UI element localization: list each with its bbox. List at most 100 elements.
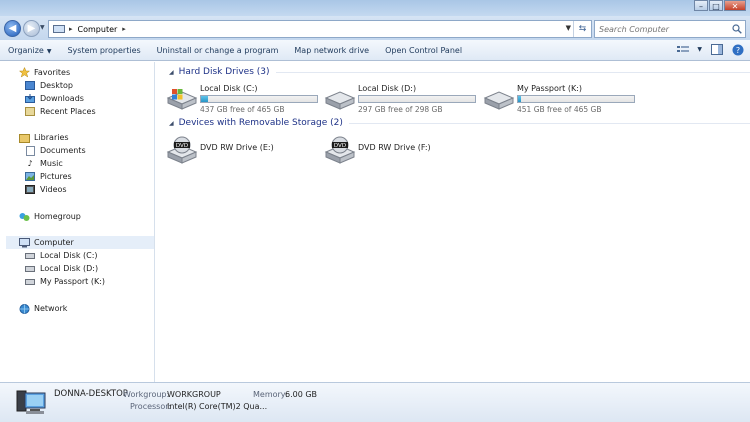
pictures-icon <box>24 171 36 182</box>
hard-drive-icon <box>324 91 356 110</box>
nav-item-videos[interactable]: Videos <box>24 184 67 195</box>
change-view-icon[interactable] <box>676 43 689 56</box>
nav-favorites-label: Favorites <box>34 68 71 77</box>
nav-item-my-passport-k[interactable]: My Passport (K:) <box>24 276 105 287</box>
nav-computer[interactable]: Computer <box>6 236 154 249</box>
nav-libraries-label: Libraries <box>34 133 69 142</box>
collapse-triangle-icon: ◢ <box>169 68 174 76</box>
nav-item-documents[interactable]: Documents <box>24 145 86 156</box>
homegroup-icon <box>18 211 30 222</box>
nav-homegroup-label: Homegroup <box>34 212 81 221</box>
uninstall-program-button[interactable]: Uninstall or change a program <box>149 46 287 55</box>
breadcrumb-separator-icon[interactable]: ▸ <box>69 25 73 33</box>
drive-local-disk-d[interactable]: Local Disk (D:) 297 GB free of 298 GB <box>324 84 476 114</box>
group-header-hard-disk-drives[interactable]: ◢ Hard Disk Drives (3) <box>169 67 750 77</box>
workgroup-value: WORKGROUP <box>167 390 221 399</box>
nav-computer-label: Computer <box>34 238 74 247</box>
nav-libraries[interactable]: Libraries <box>18 132 69 143</box>
documents-icon <box>24 145 36 156</box>
nav-item-desktop[interactable]: Desktop <box>24 80 73 91</box>
view-options-dropdown-icon[interactable]: ▼ <box>697 46 702 53</box>
hard-drive-icon <box>24 250 36 261</box>
downloads-icon <box>24 93 36 104</box>
hard-drive-icon <box>483 91 515 110</box>
organize-button[interactable]: Organize ▼ <box>0 46 59 55</box>
memory-label: Memory: <box>253 390 288 399</box>
nav-item-local-disk-d[interactable]: Local Disk (D:) <box>24 263 98 274</box>
videos-icon <box>24 184 36 195</box>
network-icon <box>18 303 30 314</box>
refresh-icon[interactable]: ⇆ <box>573 21 591 37</box>
computer-icon <box>16 390 46 414</box>
search-box[interactable] <box>594 20 746 38</box>
navigation-pane: Favorites Desktop Downloads Recent Place… <box>0 62 155 382</box>
drive-my-passport-k[interactable]: My Passport (K:) 451 GB free of 465 GB <box>483 84 635 114</box>
forward-button[interactable]: ▶ <box>23 20 40 37</box>
address-row: ◀ ▶ ▼ ▸ Computer ▸ ▼ ⇆ <box>0 16 750 40</box>
address-dropdown-icon[interactable]: ▼ <box>566 24 571 32</box>
nav-item-label: My Passport (K:) <box>40 277 106 286</box>
nav-item-label: Local Disk (D:) <box>40 264 99 273</box>
minimize-button[interactable]: – <box>694 0 708 11</box>
nav-item-label: Documents <box>40 146 86 155</box>
maximize-button[interactable]: □ <box>709 0 723 11</box>
nav-item-pictures[interactable]: Pictures <box>24 171 72 182</box>
preview-pane-icon[interactable] <box>710 43 723 56</box>
dvd-drive-icon: DVD <box>324 136 356 164</box>
drive-local-disk-c[interactable]: Local Disk (C:) 437 GB free of 465 GB <box>166 84 318 114</box>
computer-icon <box>53 25 65 33</box>
back-button[interactable]: ◀ <box>4 20 21 37</box>
nav-item-downloads[interactable]: Downloads <box>24 93 84 104</box>
search-icon[interactable] <box>732 24 742 34</box>
nav-item-recent-places[interactable]: Recent Places <box>24 106 96 117</box>
drive-dvd-rw-f[interactable]: DVD DVD RW Drive (F:) <box>324 136 431 164</box>
recent-pages-dropdown-icon[interactable]: ▼ <box>40 24 45 31</box>
nav-item-label: Videos <box>40 185 67 194</box>
free-space-text: 437 GB free of 465 GB <box>200 105 285 114</box>
title-bar[interactable]: – □ ✕ <box>0 0 750 16</box>
computer-icon <box>18 237 30 248</box>
memory-value: 6.00 GB <box>285 390 318 399</box>
capacity-bar <box>517 95 635 103</box>
chevron-down-icon: ▼ <box>46 47 52 55</box>
help-icon[interactable]: ? <box>731 43 744 56</box>
hard-drive-icon <box>24 276 36 287</box>
close-button[interactable]: ✕ <box>724 0 746 11</box>
drive-name: Local Disk (D:) <box>358 84 417 93</box>
free-space-text: 297 GB free of 298 GB <box>358 105 443 114</box>
star-icon <box>18 67 30 78</box>
breadcrumb-chevron-icon[interactable]: ▸ <box>122 25 126 33</box>
computer-name: DONNA-DESKTOP <box>54 389 128 399</box>
nav-item-label: Music <box>40 159 63 168</box>
search-input[interactable] <box>599 24 729 34</box>
address-bar[interactable]: ▸ Computer ▸ ▼ ⇆ <box>48 20 592 38</box>
drive-dvd-rw-e[interactable]: DVD DVD RW Drive (E:) <box>166 136 274 164</box>
dvd-badge: DVD <box>176 143 188 149</box>
nav-item-label: Downloads <box>40 94 84 103</box>
nav-item-label: Local Disk (C:) <box>40 251 98 260</box>
nav-favorites[interactable]: Favorites <box>18 67 70 78</box>
group-header-removable-storage[interactable]: ◢ Devices with Removable Storage (2) <box>169 118 750 128</box>
nav-item-label: Pictures <box>40 172 72 181</box>
nav-item-label: Desktop <box>40 81 73 90</box>
drive-name: Local Disk (C:) <box>200 84 258 93</box>
processor-label: Processor: <box>130 402 172 411</box>
explorer-window: – □ ✕ ◀ ▶ ▼ ▸ Computer ▸ ▼ ⇆ Organize▼ S… <box>0 0 750 422</box>
open-control-panel-button[interactable]: Open Control Panel <box>377 46 470 55</box>
drive-name: DVD RW Drive (E:) <box>200 143 274 152</box>
collapse-triangle-icon: ◢ <box>169 119 174 127</box>
group-label: Devices with Removable Storage (2) <box>178 118 343 128</box>
organize-label: Organize <box>8 45 44 55</box>
breadcrumb-computer[interactable]: Computer <box>78 25 118 34</box>
nav-network-label: Network <box>34 304 68 313</box>
nav-network[interactable]: Network <box>18 303 67 314</box>
nav-item-local-disk-c[interactable]: Local Disk (C:) <box>24 250 98 261</box>
nav-homegroup[interactable]: Homegroup <box>18 211 81 222</box>
map-network-drive-button[interactable]: Map network drive <box>286 46 377 55</box>
dvd-badge: DVD <box>334 143 346 149</box>
workgroup-label: Workgroup: <box>123 390 170 399</box>
group-divider <box>275 71 750 73</box>
nav-item-music[interactable]: ♪ Music <box>24 158 63 169</box>
system-properties-button[interactable]: System properties <box>59 46 148 55</box>
libraries-icon <box>18 132 30 143</box>
